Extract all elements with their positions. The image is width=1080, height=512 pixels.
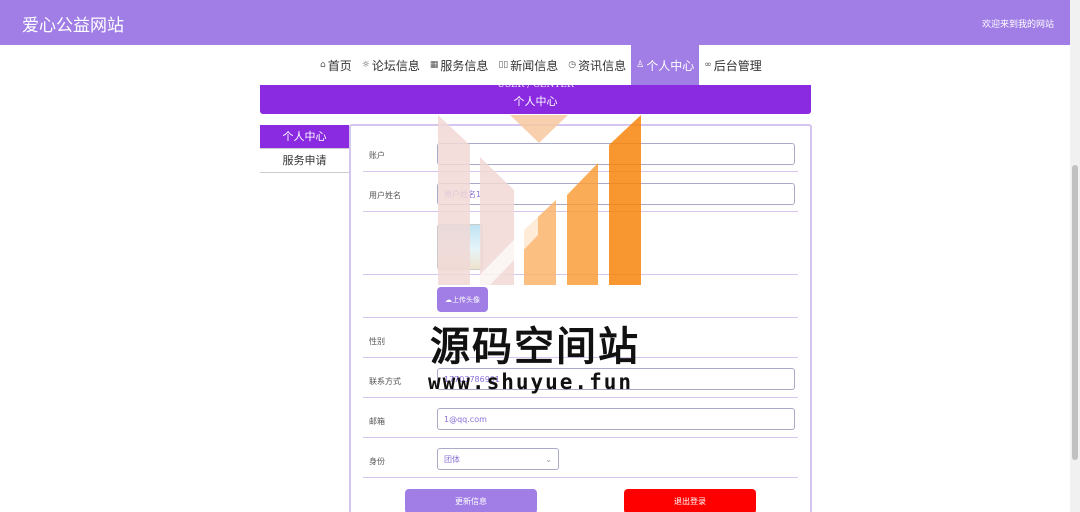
service-icon: ▦ (429, 60, 439, 70)
username-field[interactable]: 用户姓名1 (437, 183, 795, 205)
home-icon: ⌂ (320, 60, 326, 70)
site-title[interactable]: 爱心公益网站 (22, 11, 124, 36)
page-scrollbar[interactable] (1070, 0, 1080, 512)
welcome-text: 欢迎来到我的网站 (981, 20, 1054, 30)
nav-user-center[interactable]: ♙ 个人中心 (631, 45, 700, 85)
nav-service[interactable]: ▦ 服务信息 (425, 45, 494, 85)
nav-label: 后台管理 (713, 58, 762, 73)
gender-label: 性别 (369, 337, 385, 346)
forum-icon: ☼ (361, 60, 370, 70)
account-label: 账户 (369, 151, 385, 160)
row-divider (363, 437, 798, 438)
upload-avatar-label: 上传头像 (452, 295, 480, 304)
upload-avatar-button[interactable]: ☁ 上传头像 (437, 287, 488, 312)
nav-label: 资讯信息 (578, 58, 627, 73)
nav-label: 论坛信息 (371, 58, 420, 73)
news-icon: ▯▯ (498, 60, 509, 70)
user-icon: ♙ (636, 60, 645, 70)
nav-label: 个人中心 (646, 58, 695, 73)
link-icon: ∞ (704, 60, 712, 70)
clock-icon: ◷ (568, 60, 577, 70)
nav-home[interactable]: ⌂ 首页 (315, 45, 357, 85)
row-divider (363, 171, 798, 172)
section-banner: USER / CENTER 个人中心 (260, 80, 811, 114)
main-nav: ⌂ 首页 ☼ 论坛信息 ▦ 服务信息 ▯▯ 新闻信息 ◷ 资讯信息 ♙ 个人中心… (315, 45, 767, 85)
watermark-title: 源码空间站 (430, 324, 640, 370)
update-info-button[interactable]: 更新信息 (405, 489, 537, 512)
nav-forum[interactable]: ☼ 论坛信息 (357, 45, 425, 85)
top-header: 爱心公益网站 欢迎来到我的网站 (0, 0, 1070, 45)
identity-value: 团体 (444, 454, 460, 464)
identity-label: 身份 (369, 457, 385, 466)
watermark-url: www.shuyue.fun (428, 370, 634, 394)
identity-select[interactable]: 团体 ⌄ (437, 448, 559, 470)
sidebar-item-service-apply[interactable]: 服务申请 (260, 149, 349, 173)
username-label: 用户姓名 (369, 191, 401, 200)
scrollbar-thumb[interactable] (1072, 165, 1078, 460)
nav-admin[interactable]: ∞ 后台管理 (699, 45, 767, 85)
sidebar: 个人中心 服务申请 (260, 125, 349, 173)
banner-title-en: USER / CENTER (497, 80, 574, 90)
row-divider (363, 477, 798, 478)
account-field[interactable] (437, 143, 795, 165)
sidebar-item-profile[interactable]: 个人中心 (260, 125, 349, 149)
cloud-upload-icon: ☁ (445, 295, 452, 304)
nav-label: 服务信息 (440, 58, 489, 73)
nav-label: 首页 (327, 58, 352, 73)
email-label: 邮箱 (369, 417, 385, 426)
chevron-down-icon: ⌄ (545, 454, 552, 464)
email-field[interactable]: 1@qq.com (437, 408, 795, 430)
banner-title-cn: 个人中心 (513, 95, 558, 108)
contact-label: 联系方式 (369, 377, 401, 386)
nav-label: 新闻信息 (510, 58, 559, 73)
nav-news[interactable]: ▯▯ 新闻信息 (493, 45, 563, 85)
logout-button[interactable]: 退出登录 (624, 489, 756, 512)
avatar-preview (437, 224, 483, 270)
row-divider (363, 397, 798, 398)
row-divider (363, 211, 798, 212)
row-divider (363, 274, 798, 275)
nav-info[interactable]: ◷ 资讯信息 (563, 45, 631, 85)
